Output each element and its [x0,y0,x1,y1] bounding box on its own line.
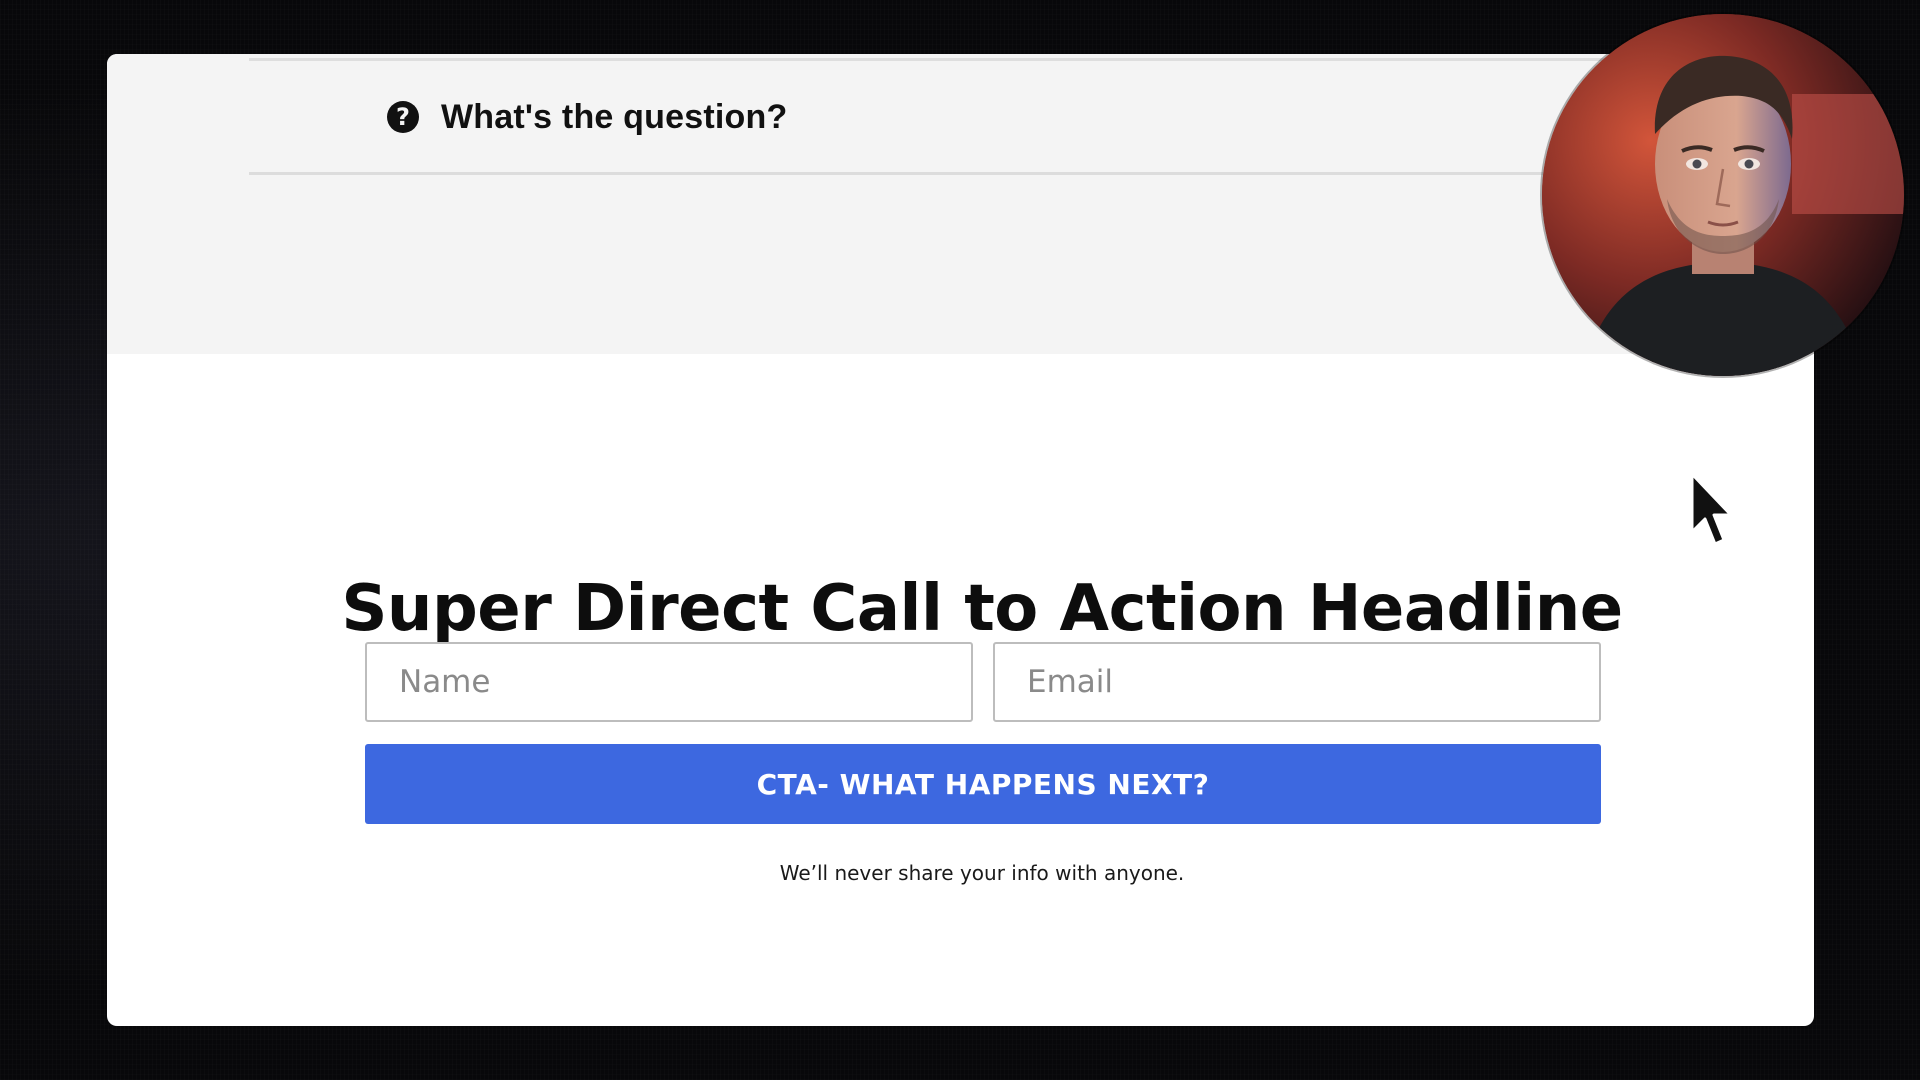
presenter-portrait [1542,14,1904,376]
mouse-pointer-icon [1690,472,1733,546]
name-field[interactable] [365,642,973,722]
presenter-webcam [1542,14,1904,376]
question-circle-icon: ? [387,101,419,133]
cta-submit-button[interactable]: CTA- WHAT HAPPENS NEXT? [365,744,1601,824]
email-field[interactable] [993,642,1601,722]
faq-question-text: What's the question? [441,97,788,136]
cta-headline: Super Direct Call to Action Headline [341,571,1623,646]
privacy-note: We’ll never share your info with anyone. [779,861,1185,885]
signup-form [365,642,1601,722]
faq-divider-top [249,58,1679,61]
faq-item[interactable]: ? What's the question? [249,62,1679,175]
